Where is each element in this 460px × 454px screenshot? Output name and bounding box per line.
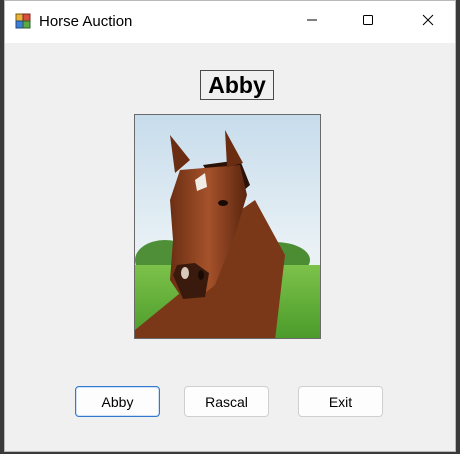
horse-picture-box	[134, 114, 321, 339]
exit-button[interactable]: Exit	[298, 386, 383, 417]
app-window: Horse Auction Abby Abby Rascal Exit	[4, 0, 456, 452]
abby-button[interactable]: Abby	[75, 386, 160, 417]
maximize-button[interactable]	[345, 1, 391, 43]
maximize-icon	[362, 13, 374, 31]
rascal-button[interactable]: Rascal	[184, 386, 269, 417]
close-button[interactable]	[405, 1, 451, 43]
title-bar[interactable]: Horse Auction	[5, 1, 455, 43]
minimize-button[interactable]	[289, 1, 335, 43]
window-title: Horse Auction	[39, 13, 133, 30]
horse-photo	[135, 115, 320, 338]
horse-name-label: Abby	[200, 70, 274, 100]
close-icon	[422, 13, 434, 31]
winforms-app-icon	[15, 13, 31, 29]
minimize-icon	[306, 13, 318, 31]
